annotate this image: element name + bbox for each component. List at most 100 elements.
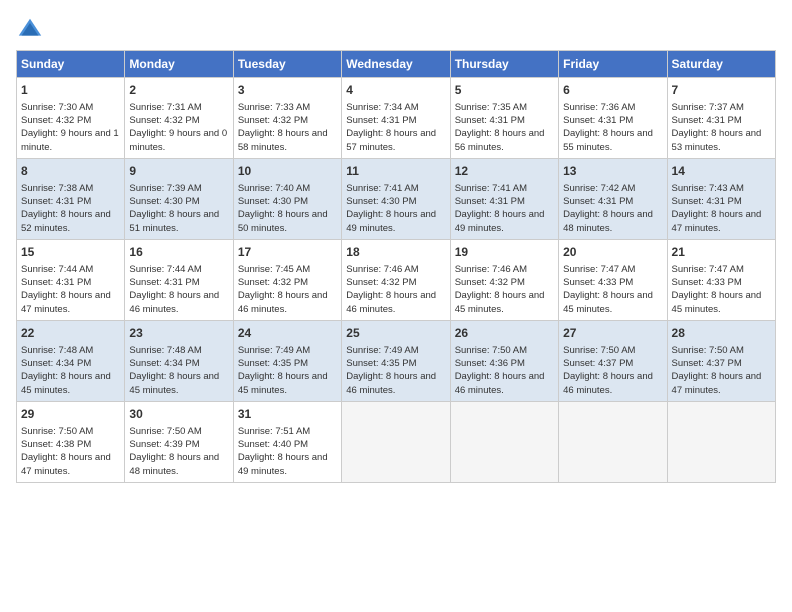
- daylight-label: Daylight: 8 hours and 45 minutes.: [21, 371, 111, 395]
- daylight-label: Daylight: 8 hours and 57 minutes.: [346, 128, 436, 152]
- sunset-label: Sunset: 4:37 PM: [563, 358, 633, 369]
- sunset-label: Sunset: 4:31 PM: [563, 115, 633, 126]
- daylight-label: Daylight: 8 hours and 46 minutes.: [455, 371, 545, 395]
- sunrise-label: Sunrise: 7:47 AM: [563, 264, 635, 275]
- daylight-label: Daylight: 8 hours and 51 minutes.: [129, 209, 219, 233]
- sunset-label: Sunset: 4:32 PM: [238, 115, 308, 126]
- daylight-label: Daylight: 8 hours and 49 minutes.: [238, 452, 328, 476]
- sunrise-label: Sunrise: 7:34 AM: [346, 102, 418, 113]
- day-number: 30: [129, 406, 228, 423]
- calendar-cell: 31 Sunrise: 7:51 AM Sunset: 4:40 PM Dayl…: [233, 401, 341, 482]
- day-number: 18: [346, 244, 445, 261]
- sunrise-label: Sunrise: 7:44 AM: [21, 264, 93, 275]
- calendar-cell: 21 Sunrise: 7:47 AM Sunset: 4:33 PM Dayl…: [667, 239, 775, 320]
- sunset-label: Sunset: 4:40 PM: [238, 439, 308, 450]
- day-number: 2: [129, 82, 228, 99]
- daylight-label: Daylight: 8 hours and 55 minutes.: [563, 128, 653, 152]
- sunrise-label: Sunrise: 7:50 AM: [455, 345, 527, 356]
- sunset-label: Sunset: 4:36 PM: [455, 358, 525, 369]
- sunrise-label: Sunrise: 7:39 AM: [129, 183, 201, 194]
- calendar-cell: 6 Sunrise: 7:36 AM Sunset: 4:31 PM Dayli…: [559, 78, 667, 159]
- sunset-label: Sunset: 4:33 PM: [672, 277, 742, 288]
- logo-icon: [16, 16, 44, 44]
- sunrise-label: Sunrise: 7:45 AM: [238, 264, 310, 275]
- sunrise-label: Sunrise: 7:37 AM: [672, 102, 744, 113]
- column-header-tuesday: Tuesday: [233, 51, 341, 78]
- day-number: 29: [21, 406, 120, 423]
- sunrise-label: Sunrise: 7:30 AM: [21, 102, 93, 113]
- sunset-label: Sunset: 4:38 PM: [21, 439, 91, 450]
- daylight-label: Daylight: 8 hours and 56 minutes.: [455, 128, 545, 152]
- sunset-label: Sunset: 4:33 PM: [563, 277, 633, 288]
- daylight-label: Daylight: 8 hours and 46 minutes.: [346, 371, 436, 395]
- calendar-cell: 24 Sunrise: 7:49 AM Sunset: 4:35 PM Dayl…: [233, 320, 341, 401]
- day-number: 27: [563, 325, 662, 342]
- sunrise-label: Sunrise: 7:50 AM: [563, 345, 635, 356]
- daylight-label: Daylight: 8 hours and 45 minutes.: [563, 290, 653, 314]
- daylight-label: Daylight: 8 hours and 49 minutes.: [346, 209, 436, 233]
- calendar-cell: 8 Sunrise: 7:38 AM Sunset: 4:31 PM Dayli…: [17, 158, 125, 239]
- daylight-label: Daylight: 8 hours and 46 minutes.: [346, 290, 436, 314]
- calendar-cell: 16 Sunrise: 7:44 AM Sunset: 4:31 PM Dayl…: [125, 239, 233, 320]
- sunrise-label: Sunrise: 7:46 AM: [346, 264, 418, 275]
- calendar-cell: 14 Sunrise: 7:43 AM Sunset: 4:31 PM Dayl…: [667, 158, 775, 239]
- daylight-label: Daylight: 8 hours and 45 minutes.: [238, 371, 328, 395]
- calendar-cell: 26 Sunrise: 7:50 AM Sunset: 4:36 PM Dayl…: [450, 320, 558, 401]
- day-number: 21: [672, 244, 771, 261]
- logo: [16, 16, 48, 44]
- calendar-cell: 4 Sunrise: 7:34 AM Sunset: 4:31 PM Dayli…: [342, 78, 450, 159]
- day-number: 3: [238, 82, 337, 99]
- sunrise-label: Sunrise: 7:40 AM: [238, 183, 310, 194]
- day-number: 14: [672, 163, 771, 180]
- calendar-cell: 30 Sunrise: 7:50 AM Sunset: 4:39 PM Dayl…: [125, 401, 233, 482]
- day-number: 4: [346, 82, 445, 99]
- sunrise-label: Sunrise: 7:50 AM: [672, 345, 744, 356]
- day-number: 13: [563, 163, 662, 180]
- daylight-label: Daylight: 8 hours and 46 minutes.: [563, 371, 653, 395]
- sunrise-label: Sunrise: 7:33 AM: [238, 102, 310, 113]
- column-header-wednesday: Wednesday: [342, 51, 450, 78]
- calendar-cell: [667, 401, 775, 482]
- sunset-label: Sunset: 4:35 PM: [346, 358, 416, 369]
- calendar-cell: 28 Sunrise: 7:50 AM Sunset: 4:37 PM Dayl…: [667, 320, 775, 401]
- sunset-label: Sunset: 4:31 PM: [129, 277, 199, 288]
- sunrise-label: Sunrise: 7:49 AM: [238, 345, 310, 356]
- daylight-label: Daylight: 8 hours and 47 minutes.: [672, 209, 762, 233]
- calendar-cell: 13 Sunrise: 7:42 AM Sunset: 4:31 PM Dayl…: [559, 158, 667, 239]
- calendar-cell: 25 Sunrise: 7:49 AM Sunset: 4:35 PM Dayl…: [342, 320, 450, 401]
- sunrise-label: Sunrise: 7:41 AM: [346, 183, 418, 194]
- calendar-cell: 5 Sunrise: 7:35 AM Sunset: 4:31 PM Dayli…: [450, 78, 558, 159]
- sunrise-label: Sunrise: 7:46 AM: [455, 264, 527, 275]
- day-number: 11: [346, 163, 445, 180]
- calendar-cell: 10 Sunrise: 7:40 AM Sunset: 4:30 PM Dayl…: [233, 158, 341, 239]
- calendar-cell: 11 Sunrise: 7:41 AM Sunset: 4:30 PM Dayl…: [342, 158, 450, 239]
- daylight-label: Daylight: 8 hours and 48 minutes.: [563, 209, 653, 233]
- sunset-label: Sunset: 4:31 PM: [563, 196, 633, 207]
- sunrise-label: Sunrise: 7:42 AM: [563, 183, 635, 194]
- sunset-label: Sunset: 4:34 PM: [21, 358, 91, 369]
- day-number: 1: [21, 82, 120, 99]
- calendar-week-5: 29 Sunrise: 7:50 AM Sunset: 4:38 PM Dayl…: [17, 401, 776, 482]
- sunset-label: Sunset: 4:31 PM: [455, 115, 525, 126]
- calendar-week-3: 15 Sunrise: 7:44 AM Sunset: 4:31 PM Dayl…: [17, 239, 776, 320]
- sunset-label: Sunset: 4:39 PM: [129, 439, 199, 450]
- day-number: 23: [129, 325, 228, 342]
- daylight-label: Daylight: 8 hours and 45 minutes.: [672, 290, 762, 314]
- day-number: 26: [455, 325, 554, 342]
- header: [16, 16, 776, 44]
- calendar-cell: 1 Sunrise: 7:30 AM Sunset: 4:32 PM Dayli…: [17, 78, 125, 159]
- calendar-cell: 23 Sunrise: 7:48 AM Sunset: 4:34 PM Dayl…: [125, 320, 233, 401]
- column-header-thursday: Thursday: [450, 51, 558, 78]
- daylight-label: Daylight: 8 hours and 47 minutes.: [21, 290, 111, 314]
- sunset-label: Sunset: 4:30 PM: [346, 196, 416, 207]
- calendar-cell: 7 Sunrise: 7:37 AM Sunset: 4:31 PM Dayli…: [667, 78, 775, 159]
- sunset-label: Sunset: 4:35 PM: [238, 358, 308, 369]
- day-number: 5: [455, 82, 554, 99]
- day-number: 28: [672, 325, 771, 342]
- sunset-label: Sunset: 4:30 PM: [238, 196, 308, 207]
- daylight-label: Daylight: 8 hours and 58 minutes.: [238, 128, 328, 152]
- sunrise-label: Sunrise: 7:38 AM: [21, 183, 93, 194]
- day-number: 24: [238, 325, 337, 342]
- sunset-label: Sunset: 4:32 PM: [346, 277, 416, 288]
- sunset-label: Sunset: 4:31 PM: [672, 115, 742, 126]
